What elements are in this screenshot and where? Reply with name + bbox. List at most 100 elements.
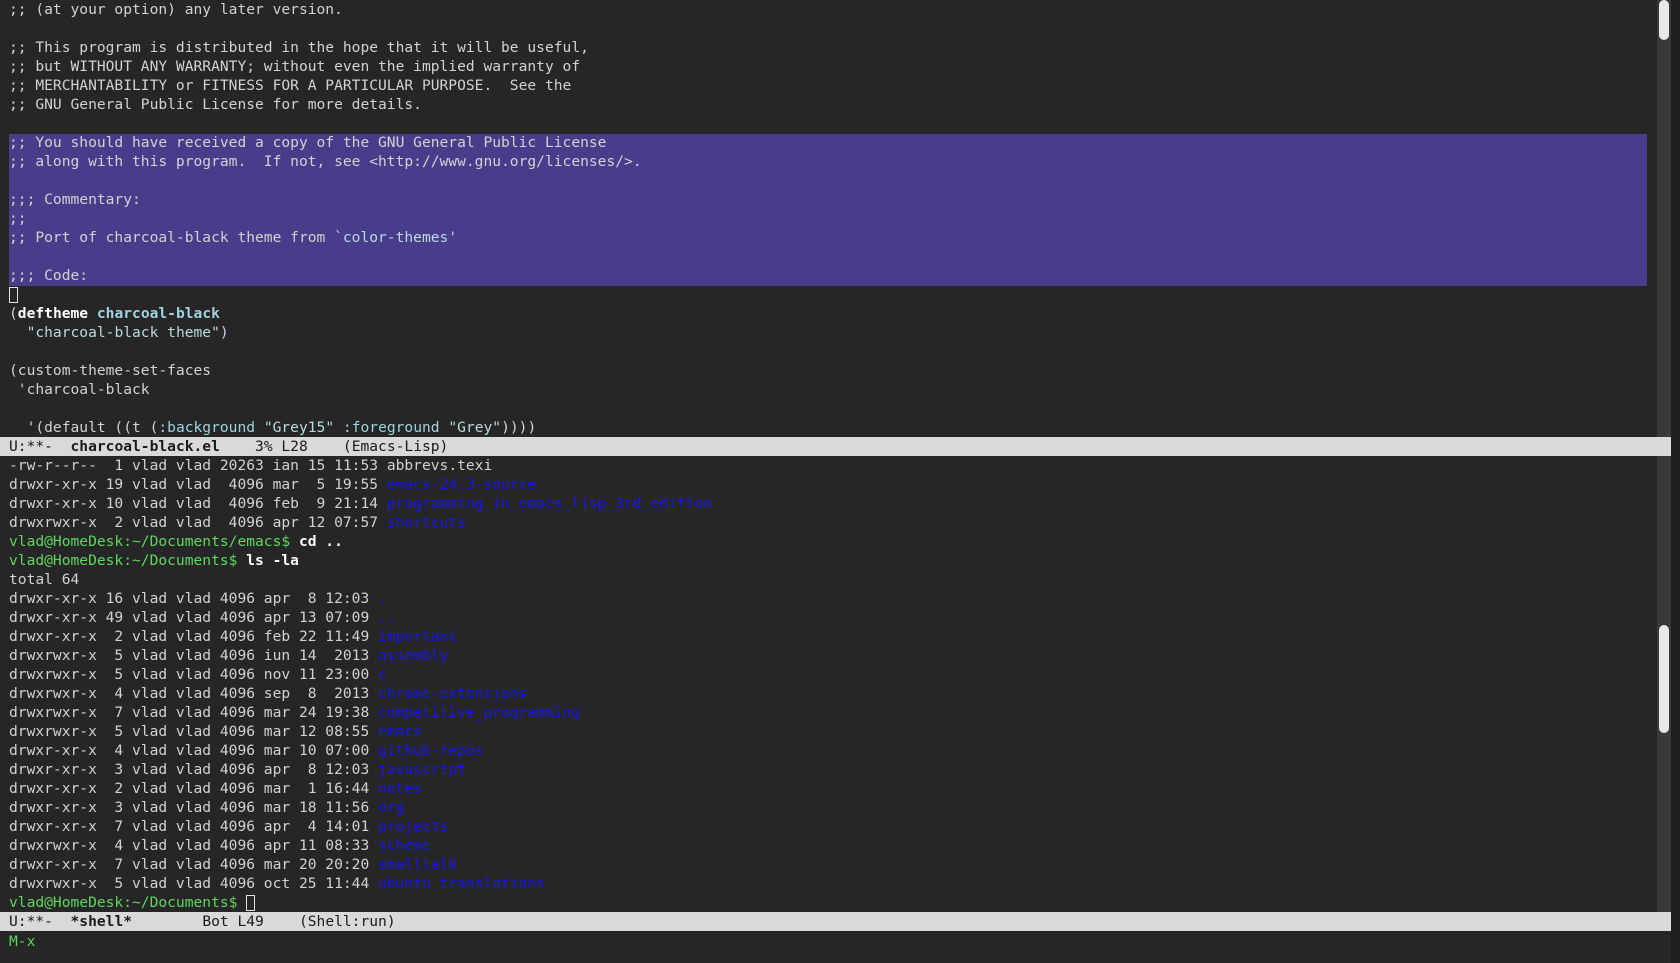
shell-output-line: drwxrwxr-x 2 vlad vlad 4096 apr 12 07:57… — [9, 513, 466, 532]
code-line — [9, 285, 18, 304]
shell-output-line: drwxrwxr-x 7 vlad vlad 4096 mar 24 19:38… — [9, 703, 580, 722]
code-text: )))) — [501, 419, 537, 436]
string-value: "Grey" — [448, 419, 502, 436]
code-text: '(default ((t ( — [9, 419, 159, 436]
file-permissions: drwxrwxr-x 4 vlad vlad 4096 apr 11 08:33 — [9, 837, 379, 854]
code-line: ;; — [9, 210, 27, 227]
theme-name: charcoal-black — [96, 305, 220, 322]
code-line: ;; (at your option) any later version. — [9, 1, 343, 18]
shell-command: ls -la — [246, 552, 299, 569]
shell-output-line: drwxr-xr-x 19 vlad vlad 4096 mar 5 19:55… — [9, 475, 536, 494]
quoted-symbol: color-themes — [342, 229, 449, 246]
shell-output-line: drwxr-xr-x 3 vlad vlad 4096 mar 18 11:56… — [9, 798, 404, 817]
file-permissions: drwxr-xr-x 3 vlad vlad 4096 mar 18 11:56 — [9, 799, 379, 816]
directory-name: competitive_programming — [378, 704, 581, 721]
shell-output-line: drwxr-xr-x 49 vlad vlad 4096 apr 13 07:0… — [9, 608, 396, 627]
directory-name: emacs-24.3-source — [386, 476, 537, 493]
directory-name: . — [378, 590, 387, 607]
file-permissions: drwxrwxr-x 5 vlad vlad 4096 mar 12 08:55 — [9, 723, 379, 740]
directory-name: programming_in_emacs_lisp_3rd_edition — [386, 495, 712, 512]
directory-name: notes — [378, 780, 422, 797]
shell-output-line: drwxrwxr-x 5 vlad vlad 4096 nov 11 23:00… — [9, 665, 387, 684]
file-permissions: drwxr-xr-x 7 vlad vlad 4096 apr 4 14:01 — [9, 818, 379, 835]
directory-name: github-repos — [378, 742, 484, 759]
code-line: (deftheme charcoal-black — [9, 305, 220, 322]
modeline-status: U:**- — [9, 438, 71, 455]
shell-input-line[interactable]: vlad@HomeDesk:~/Documents$ — [9, 893, 256, 912]
file-permissions: drwxrwxr-x 4 vlad vlad 4096 sep 8 2013 — [9, 685, 379, 702]
minibuffer-prompt[interactable]: M-x — [9, 932, 35, 951]
code-line: ;; GNU General Public License for more d… — [9, 96, 422, 113]
code-line: ;; Port of charcoal-black theme from `co… — [9, 228, 457, 247]
code-line: ;; along with this program. If not, see … — [9, 153, 642, 170]
modeline-buffer-name[interactable]: charcoal-black.el — [71, 438, 220, 455]
docstring: "charcoal-black theme") — [26, 324, 229, 341]
shell-scrollbar-thumb[interactable] — [1659, 625, 1669, 733]
directory-name: important — [378, 628, 458, 645]
file-permissions: drwxr-xr-x 19 vlad vlad 4096 mar 5 19:55 — [9, 476, 387, 493]
editor-scrollbar-thumb[interactable] — [1659, 0, 1669, 40]
file-permissions: drwxrwxr-x 2 vlad vlad 4096 apr 12 07:57 — [9, 514, 387, 531]
mode-line-shell[interactable]: U:**- *shell* Bot L49 (Shell:run) — [0, 912, 1671, 931]
keyword-deftheme: deftheme — [17, 305, 89, 322]
file-permissions: drwxrwxr-x 5 vlad vlad 4096 oct 25 11:44 — [9, 875, 379, 892]
code-line: ;; but WITHOUT ANY WARRANTY; without eve… — [9, 58, 581, 75]
shell-output-line: -rw-r--r-- 1 vlad vlad 20263 ian 15 11:5… — [9, 456, 492, 475]
directory-name: javascript — [378, 761, 466, 778]
modeline-position: Bot L49 — [132, 913, 299, 930]
directory-name: c — [378, 666, 387, 683]
shell-output-line: total 64 — [9, 570, 79, 589]
total-line: total 64 — [9, 571, 80, 588]
shell-output-line: drwxr-xr-x 10 vlad vlad 4096 feb 9 21:14… — [9, 494, 712, 513]
directory-name: assembly — [378, 647, 449, 664]
file-permissions: drwxrwxr-x 5 vlad vlad 4096 iun 14 2013 — [9, 647, 379, 664]
code-line: "charcoal-black theme") — [9, 323, 229, 342]
shell-cursor — [246, 895, 256, 911]
shell-command-line: vlad@HomeDesk:~/Documents$ ls -la — [9, 551, 299, 570]
shell-prompt: vlad@HomeDesk:~/Documents$ — [9, 552, 247, 569]
shell-output-line: drwxrwxr-x 5 vlad vlad 4096 mar 12 08:55… — [9, 722, 422, 741]
modeline-buffer-name[interactable]: *shell* — [71, 913, 133, 930]
comment-text: ' — [448, 229, 458, 246]
keyword-arg: :background — [158, 419, 256, 436]
shell-prompt: vlad@HomeDesk:~/Documents/emacs$ — [9, 533, 299, 550]
shell-output-line: drwxrwxr-x 4 vlad vlad 4096 apr 11 08:33… — [9, 836, 431, 855]
editor-scrollbar[interactable] — [1657, 0, 1671, 437]
file-permissions: drwxrwxr-x 5 vlad vlad 4096 nov 11 23:00 — [9, 666, 379, 683]
file-permissions: drwxr-xr-x 10 vlad vlad 4096 feb 9 21:14 — [9, 495, 387, 512]
shell-command-line: vlad@HomeDesk:~/Documents/emacs$ cd .. — [9, 532, 343, 551]
file-permissions: drwxr-xr-x 4 vlad vlad 4096 mar 10 07:00 — [9, 742, 379, 759]
mode-line-editor[interactable]: U:**- charcoal-black.el 3% L28 (Emacs-Li… — [0, 437, 1671, 456]
directory-name: .. — [378, 609, 396, 626]
code-line: ;;; Commentary: — [9, 191, 141, 208]
file-permissions: drwxrwxr-x 7 vlad vlad 4096 mar 24 19:38 — [9, 704, 379, 721]
directory-name: projects — [378, 818, 449, 835]
file-permissions: drwxr-xr-x 7 vlad vlad 4096 mar 20 20:20 — [9, 856, 379, 873]
keyword-arg: :foreground — [342, 419, 440, 436]
shell-output-line: drwxr-xr-x 7 vlad vlad 4096 apr 4 14:01 … — [9, 817, 448, 836]
modeline-position: 3% L28 — [219, 438, 343, 455]
file-permissions: drwxr-xr-x 2 vlad vlad 4096 feb 22 11:49 — [9, 628, 379, 645]
shell-output-line: drwxr-xr-x 3 vlad vlad 4096 apr 8 12:03 … — [9, 760, 466, 779]
directory-name: smalltalk — [378, 856, 458, 873]
point-cursor — [9, 287, 18, 303]
shell-output-line: drwxr-xr-x 2 vlad vlad 4096 feb 22 11:49… — [9, 627, 457, 646]
code-line: ;; You should have received a copy of th… — [9, 134, 607, 151]
modeline-major-mode[interactable]: (Shell:run) — [299, 913, 396, 930]
modeline-status: U:**- — [9, 913, 71, 930]
file-name: abbrevs.texi — [386, 457, 493, 474]
shell-output-line: drwxrwxr-x 5 vlad vlad 4096 oct 25 11:44… — [9, 874, 545, 893]
code-line: ;;; Code: — [9, 267, 89, 284]
shell-output-line: drwxrwxr-x 4 vlad vlad 4096 sep 8 2013 c… — [9, 684, 527, 703]
directory-name: ubuntu_translations — [378, 875, 545, 892]
code-line: (custom-theme-set-faces — [9, 362, 212, 379]
code-line: 'charcoal-black — [9, 381, 150, 398]
window-edge — [1671, 0, 1680, 963]
file-permissions: drwxr-xr-x 3 vlad vlad 4096 apr 8 12:03 — [9, 761, 379, 778]
shell-output-line: drwxr-xr-x 2 vlad vlad 4096 mar 1 16:44 … — [9, 779, 422, 798]
comment-text: ;; Port of charcoal-black theme from ` — [9, 229, 343, 246]
modeline-major-mode[interactable]: (Emacs-Lisp) — [343, 438, 448, 455]
directory-name: emacs — [378, 723, 422, 740]
directory-name: org — [378, 799, 405, 816]
directory-name: chrome-extensions — [378, 685, 528, 702]
